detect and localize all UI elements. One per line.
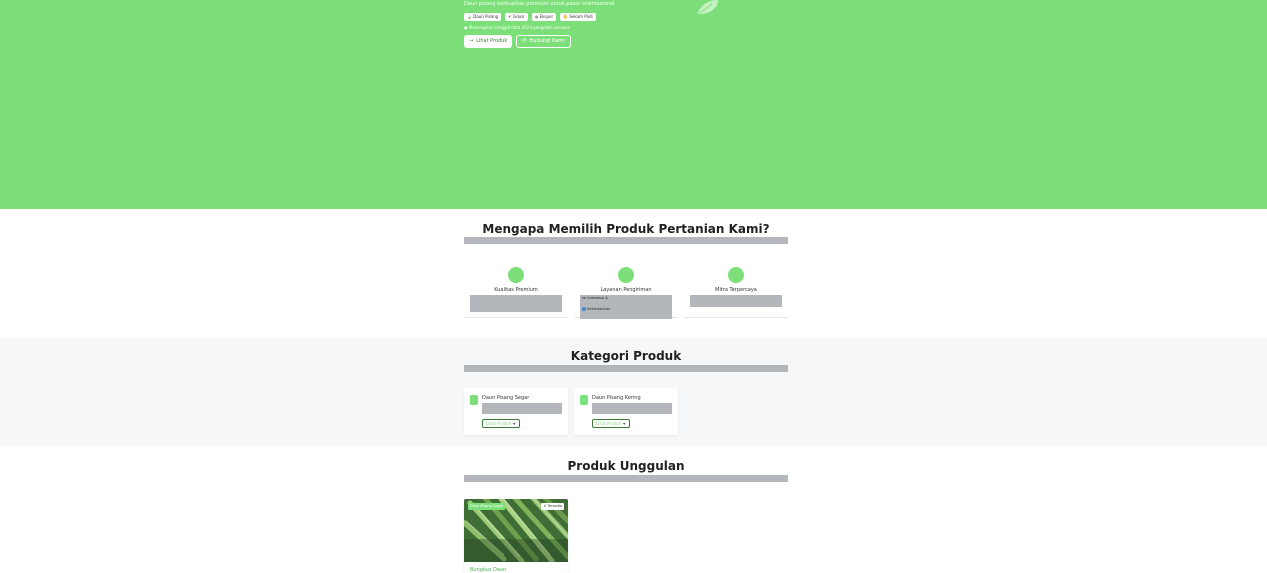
tag-grosir: ✔ Grosir [505, 13, 528, 21]
globe-icon [582, 307, 586, 311]
why-section: Mengapa Memilih Produk Pertanian Kami? K… [0, 209, 1267, 337]
info-icon: ● [464, 25, 468, 30]
hero-subtitle: Daun pisang berkualitas premium untuk pa… [464, 1, 615, 7]
feature-title: Kualitas Premium [494, 287, 538, 293]
view-category-button[interactable]: Lihat Produk ➜ [592, 419, 630, 428]
feature-description [470, 295, 562, 312]
category-card-fresh[interactable]: Daun Pisang Segar Lihat Produk ➜ [464, 388, 568, 435]
check-icon: ✔ [508, 14, 512, 19]
product-name: Bungkus Daun [470, 567, 507, 573]
feature-description [690, 295, 782, 307]
arrow-right-icon: ➜ [622, 421, 626, 426]
feature-card-shipping: Layanan Pengiriman ke Indonesia & Intern… [574, 261, 678, 319]
hero-tags: 🍃 Daun Pisang ✔ Grosir ◍ Ekspor ✋ Sekam … [464, 13, 596, 21]
feature-title: Layanan Pengiriman [600, 287, 652, 293]
check-icon: ✔ [543, 504, 547, 508]
leaf-icon: 🍃 [467, 14, 472, 19]
truck-icon [618, 267, 634, 283]
leaf-decoration-icon [698, 0, 718, 14]
category-description [482, 403, 562, 414]
globe-icon: ◍ [534, 14, 539, 19]
handshake-icon [728, 267, 744, 283]
product-category-badge: Daun Pisang Segar [468, 503, 506, 510]
feature-title: Mitra Terpercaya [715, 287, 757, 293]
categories-title-bar [464, 365, 788, 372]
award-icon [508, 267, 524, 283]
category-name: Daun Pisang Kering [592, 395, 641, 401]
tag-ekspor: ◍ Ekspor [531, 13, 557, 21]
arrow-right-icon: → [469, 38, 474, 44]
why-title-bar [464, 237, 788, 244]
category-name: Daun Pisang Segar [482, 395, 530, 401]
categories-section: Kategori Produk Daun Pisang Segar Lihat … [0, 337, 1267, 447]
hero-buttons: → Lihat Produk ✆ Hubungi Kami [464, 35, 571, 48]
stock-badge: ✔ Tersedia [541, 503, 564, 510]
category-description [592, 403, 672, 414]
feature-card-quality: Kualitas Premium [464, 261, 568, 318]
feature-card-partner: Mitra Terpercaya [684, 261, 788, 318]
leaf-icon [580, 395, 588, 405]
leaf-icon [470, 395, 478, 405]
hero-note: ● Menerapkan tanggal data 2023 pengelola… [464, 25, 571, 30]
categories-title: Kategori Produk [570, 349, 682, 363]
featured-products-section: Produk Unggulan Daun Pisang Segar ✔ Ters… [0, 447, 1267, 573]
category-card-dried[interactable]: Daun Pisang Kering Lihat Produk ➜ [574, 388, 678, 435]
handshake-icon: ✋ [563, 14, 569, 19]
whatsapp-icon: ✆ [522, 38, 527, 44]
tag-sekam-padi: ✋ Sekam Padi [560, 13, 596, 21]
why-title: Mengapa Memilih Produk Pertanian Kami? [482, 222, 770, 236]
arrow-right-icon: ➜ [512, 421, 516, 426]
view-category-button[interactable]: Lihat Produk ➜ [482, 419, 520, 428]
featured-products-title-bar [464, 475, 788, 482]
tag-daun-pisang: 🍃 Daun Pisang [464, 13, 502, 21]
view-products-button[interactable]: → Lihat Produk [464, 35, 513, 48]
featured-products-title: Produk Unggulan [567, 459, 685, 473]
contact-us-button[interactable]: ✆ Hubungi Kami [516, 35, 571, 48]
hero-section: Daun pisang berkualitas premium untuk pa… [0, 0, 1267, 209]
product-card[interactable]: Daun Pisang Segar ✔ Tersedia Bungkus Dau… [464, 499, 568, 573]
feature-description: ke Indonesia & Internasional [580, 295, 672, 319]
